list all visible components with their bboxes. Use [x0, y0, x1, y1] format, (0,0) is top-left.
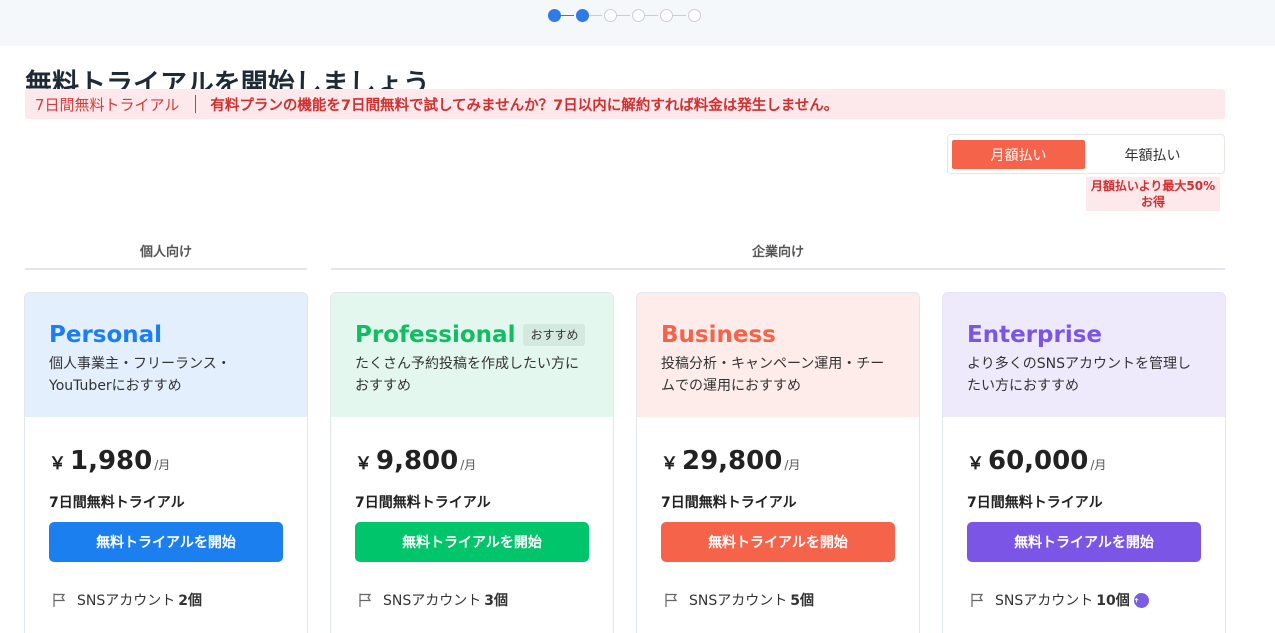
banner-divider [195, 95, 197, 113]
plan-card-enterprise: Enterprise より多くのSNSアカウントを管理したい方におすすめ ￥ 6… [942, 292, 1226, 633]
trial-notice-banner: 7日間無料トライアル 有料プランの機能を7日間無料で試してみませんか？7日以内に… [25, 89, 1225, 119]
segment-business-label: 企業向け [751, 245, 804, 260]
step-dot-2 [576, 9, 589, 22]
plan-name-row: Personal [49, 321, 283, 349]
arrow-up-icon [1133, 592, 1149, 608]
feature-sns-accounts: SNSアカウント 5個 [663, 590, 919, 610]
plan-description: たくさん予約投稿を作成したい方におすすめ [355, 356, 579, 394]
feature-value: 2個 [178, 593, 202, 609]
plan-card-professional: Professional おすすめ たくさん予約投稿を作成したい方におすすめ ￥… [330, 292, 614, 633]
feature-label: SNSアカウント [383, 593, 482, 609]
price-period: /月 [154, 458, 171, 472]
step-connector [616, 15, 630, 16]
flag-icon [53, 593, 66, 607]
flag-icon [971, 593, 984, 607]
price-amount: 1,980 [70, 446, 153, 476]
start-trial-button[interactable]: 無料トライアルを開始 [967, 522, 1201, 562]
price-period: /月 [784, 458, 801, 472]
currency-symbol: ￥ [49, 454, 66, 474]
price-amount: 60,000 [988, 446, 1089, 476]
segment-personal-label: 個人向け [139, 245, 192, 260]
feature-value: 5個 [790, 593, 814, 609]
step-dot-4 [632, 9, 645, 22]
step-connector [560, 15, 574, 16]
step-dot-3 [604, 9, 617, 22]
trial-label: 7日間無料トライアル [49, 495, 185, 511]
feature-sns-accounts: SNSアカウント 2個 [51, 590, 307, 610]
plan-card-header: Enterprise より多くのSNSアカウントを管理したい方におすすめ [943, 293, 1225, 417]
plan-price: ￥ 9,800 /月 [355, 446, 613, 476]
price-period: /月 [1090, 458, 1107, 472]
savings-note: 月額払いより最大50%お得 [1086, 177, 1220, 211]
trial-label: 7日間無料トライアル [967, 495, 1103, 511]
plan-description: 投稿分析・キャンペーン運用・チームでの運用におすすめ [661, 356, 885, 394]
billing-toggle: 月額払い 年額払い [947, 134, 1225, 174]
plan-name-row: Professional おすすめ [355, 321, 589, 349]
plan-description: 個人事業主・フリーランス・YouTuberにおすすめ [49, 356, 231, 394]
segment-personal-divider [25, 268, 307, 270]
plan-name: Business [661, 322, 776, 348]
feature-label: SNSアカウント [995, 593, 1094, 609]
feature-label: SNSアカウント [689, 593, 788, 609]
start-trial-button[interactable]: 無料トライアルを開始 [355, 522, 589, 562]
step-dot-1 [548, 9, 561, 22]
segment-business-divider [331, 268, 1225, 270]
trial-label: 7日間無料トライアル [661, 495, 797, 511]
step-connector [672, 15, 686, 16]
plan-price: ￥ 60,000 /月 [967, 446, 1225, 476]
trial-tag: 7日間無料トライアル [35, 95, 180, 114]
plan-card-header: Personal 個人事業主・フリーランス・YouTuberにおすすめ [25, 293, 307, 417]
recommended-badge: おすすめ [523, 324, 586, 346]
top-progress-bar [0, 0, 1275, 46]
monthly-billing-button[interactable]: 月額払い [952, 140, 1085, 169]
plan-price: ￥ 1,980 /月 [49, 446, 307, 476]
currency-symbol: ￥ [967, 454, 984, 474]
feature-sns-accounts: SNSアカウント 3個 [357, 590, 613, 610]
price-amount: 9,800 [376, 446, 459, 476]
currency-symbol: ￥ [355, 454, 372, 474]
yearly-billing-button[interactable]: 年額払い [1086, 140, 1219, 169]
plan-name: Enterprise [967, 322, 1103, 348]
step-connector [588, 15, 602, 16]
plan-name: Personal [49, 322, 163, 348]
step-indicator [548, 9, 702, 23]
feature-value: 10個 [1096, 593, 1130, 609]
plan-price: ￥ 29,800 /月 [661, 446, 919, 476]
price-period: /月 [460, 458, 477, 472]
step-dot-5 [660, 9, 673, 22]
plan-card-header: Business 投稿分析・キャンペーン運用・チームでの運用におすすめ [637, 293, 919, 417]
start-trial-button[interactable]: 無料トライアルを開始 [661, 522, 895, 562]
feature-label: SNSアカウント [77, 593, 176, 609]
plan-description: より多くのSNSアカウントを管理したい方におすすめ [967, 356, 1191, 394]
feature-sns-accounts: SNSアカウント 10個 [969, 590, 1225, 610]
plan-name: Professional [355, 322, 516, 348]
plan-name-row: Enterprise [967, 321, 1201, 349]
price-amount: 29,800 [682, 446, 783, 476]
currency-symbol: ￥ [661, 454, 678, 474]
plan-card-business: Business 投稿分析・キャンペーン運用・チームでの運用におすすめ ￥ 29… [636, 292, 920, 633]
plan-name-row: Business [661, 321, 895, 349]
plan-card-header: Professional おすすめ たくさん予約投稿を作成したい方におすすめ [331, 293, 613, 417]
flag-icon [665, 593, 678, 607]
step-connector [644, 15, 658, 16]
feature-value: 3個 [484, 593, 508, 609]
start-trial-button[interactable]: 無料トライアルを開始 [49, 522, 283, 562]
trial-message: 有料プランの機能を7日間無料で試してみませんか？7日以内に解約すれば料金は発生し… [210, 97, 839, 114]
step-dot-6 [688, 9, 701, 22]
flag-icon [359, 593, 372, 607]
plan-card-personal: Personal 個人事業主・フリーランス・YouTuberにおすすめ ￥ 1,… [24, 292, 308, 633]
trial-label: 7日間無料トライアル [355, 495, 491, 511]
